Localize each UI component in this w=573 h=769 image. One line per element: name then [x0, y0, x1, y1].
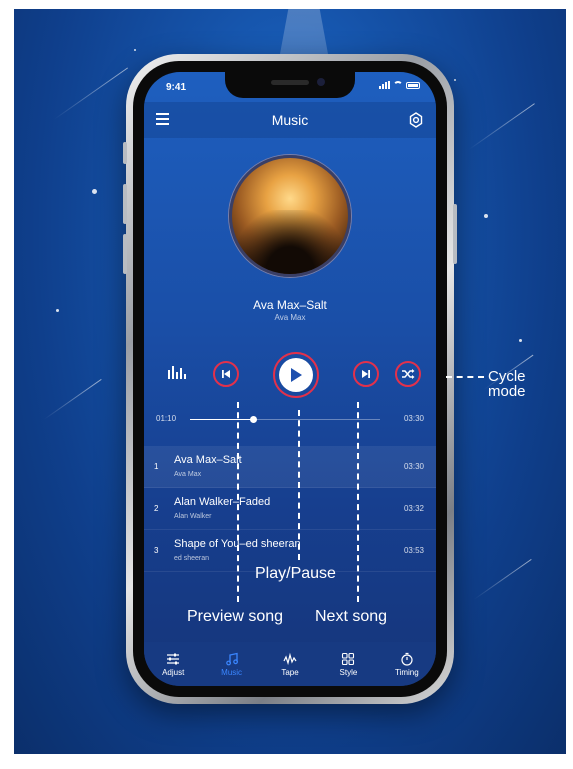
skip-previous-icon — [222, 370, 230, 378]
wifi-icon — [393, 81, 403, 89]
track-number: 1 — [154, 462, 159, 471]
tab-tape[interactable]: Tape — [261, 642, 319, 686]
tab-label: Music — [221, 667, 243, 677]
tab-adjust[interactable]: Adjust — [144, 642, 202, 686]
next-song-label: Next song — [315, 608, 388, 625]
meteor-streak — [53, 67, 129, 120]
front-camera — [317, 78, 325, 86]
play-pause-label: Play/Pause — [255, 565, 336, 582]
tab-label: Tape — [281, 667, 299, 677]
star-dot — [484, 214, 488, 218]
track-artist: Alan Walker — [174, 513, 212, 520]
previous-button[interactable] — [213, 361, 239, 387]
page-title: Music — [271, 112, 309, 128]
meteor-streak — [43, 378, 102, 420]
cycle-mode-label: Cycle mode — [488, 369, 526, 399]
seek-track[interactable] — [190, 416, 380, 423]
star-dot — [56, 309, 59, 312]
track-title: Ava Max–Salt — [174, 454, 242, 466]
phone-frame: 9:41 Music Ava Max–Salt Ava Max 01:10 03… — [123, 54, 457, 704]
skip-next-icon — [362, 370, 370, 378]
settings-gear-icon[interactable] — [408, 112, 424, 128]
tab-style[interactable]: Style — [319, 642, 377, 686]
tab-timing[interactable]: Timing — [378, 642, 436, 686]
mute-switch — [123, 142, 127, 164]
volume-up-button — [123, 184, 127, 224]
now-playing-artist: Ava Max — [274, 313, 306, 322]
battery-icon — [406, 81, 420, 89]
elapsed-time: 01:10 — [156, 414, 177, 423]
cycle-mode-pointer — [446, 376, 484, 378]
signal-icon — [379, 81, 390, 89]
preview-song-pointer — [237, 402, 239, 602]
play-pause-button[interactable] — [273, 352, 319, 398]
player-controls — [144, 352, 436, 398]
play-pause-pointer — [298, 410, 300, 560]
timer-icon — [401, 652, 413, 666]
earpiece — [271, 80, 309, 85]
track-number: 3 — [154, 546, 159, 555]
status-icons — [379, 81, 420, 89]
concert-crowd-image — [232, 210, 348, 274]
progress-bar: 01:10 03:30 — [144, 410, 436, 430]
tab-label: Adjust — [162, 667, 185, 677]
cycle-mode-line2: mode — [488, 383, 526, 400]
total-time: 03:30 — [403, 414, 424, 423]
star-dot — [134, 49, 136, 51]
playlist-row[interactable]: 1 Ava Max–Salt Ava Max 03:30 — [144, 446, 436, 488]
album-art — [229, 155, 351, 277]
playlist-row[interactable]: 2 Alan Walker–Faded Alan Walker 03:32 — [144, 488, 436, 530]
tab-label: Style — [339, 667, 358, 677]
now-playing-title: Ava Max–Salt — [253, 298, 327, 312]
star-dot — [92, 189, 97, 194]
sliders-icon — [167, 653, 180, 664]
track-duration: 03:30 — [403, 462, 424, 471]
play-icon — [291, 368, 302, 382]
next-button[interactable] — [353, 361, 379, 387]
track-number: 2 — [154, 504, 159, 513]
notch — [225, 72, 355, 98]
playlist: 1 Ava Max–Salt Ava Max 03:30 2 Alan Walk… — [144, 446, 436, 572]
meteor-streak — [468, 103, 535, 150]
music-note-icon — [225, 652, 238, 665]
track-duration: 03:53 — [403, 546, 424, 555]
volume-down-button — [123, 234, 127, 274]
preview-song-label: Preview song — [187, 608, 284, 625]
star-dot — [454, 79, 456, 81]
status-time: 9:41 — [166, 82, 187, 93]
grid-icon — [342, 652, 355, 665]
tab-label: Timing — [394, 667, 419, 677]
cycle-mode-line1: Cycle — [488, 368, 526, 385]
play-button-face — [279, 358, 313, 392]
next-song-pointer — [357, 402, 359, 602]
track-title: Alan Walker–Faded — [174, 496, 271, 508]
seek-fill — [190, 419, 253, 420]
shuffle-icon — [402, 369, 415, 379]
meteor-streak — [473, 558, 532, 600]
star-dot — [519, 339, 522, 342]
track-artist: Ava Max — [174, 471, 202, 478]
cycle-mode-button[interactable] — [395, 361, 421, 387]
tape-icon — [283, 652, 297, 665]
app-bar: Music — [144, 102, 436, 138]
phone-screen: 9:41 Music Ava Max–Salt Ava Max 01:10 03… — [144, 72, 436, 686]
tab-bar: Adjust Music Tape Style Timing — [144, 642, 436, 686]
equalizer-icon[interactable] — [168, 366, 186, 379]
seek-handle[interactable] — [249, 416, 257, 423]
track-duration: 03:32 — [403, 504, 424, 513]
tab-music[interactable]: Music — [202, 642, 260, 686]
power-button — [453, 204, 457, 264]
track-artist: ed sheeran — [174, 555, 210, 562]
